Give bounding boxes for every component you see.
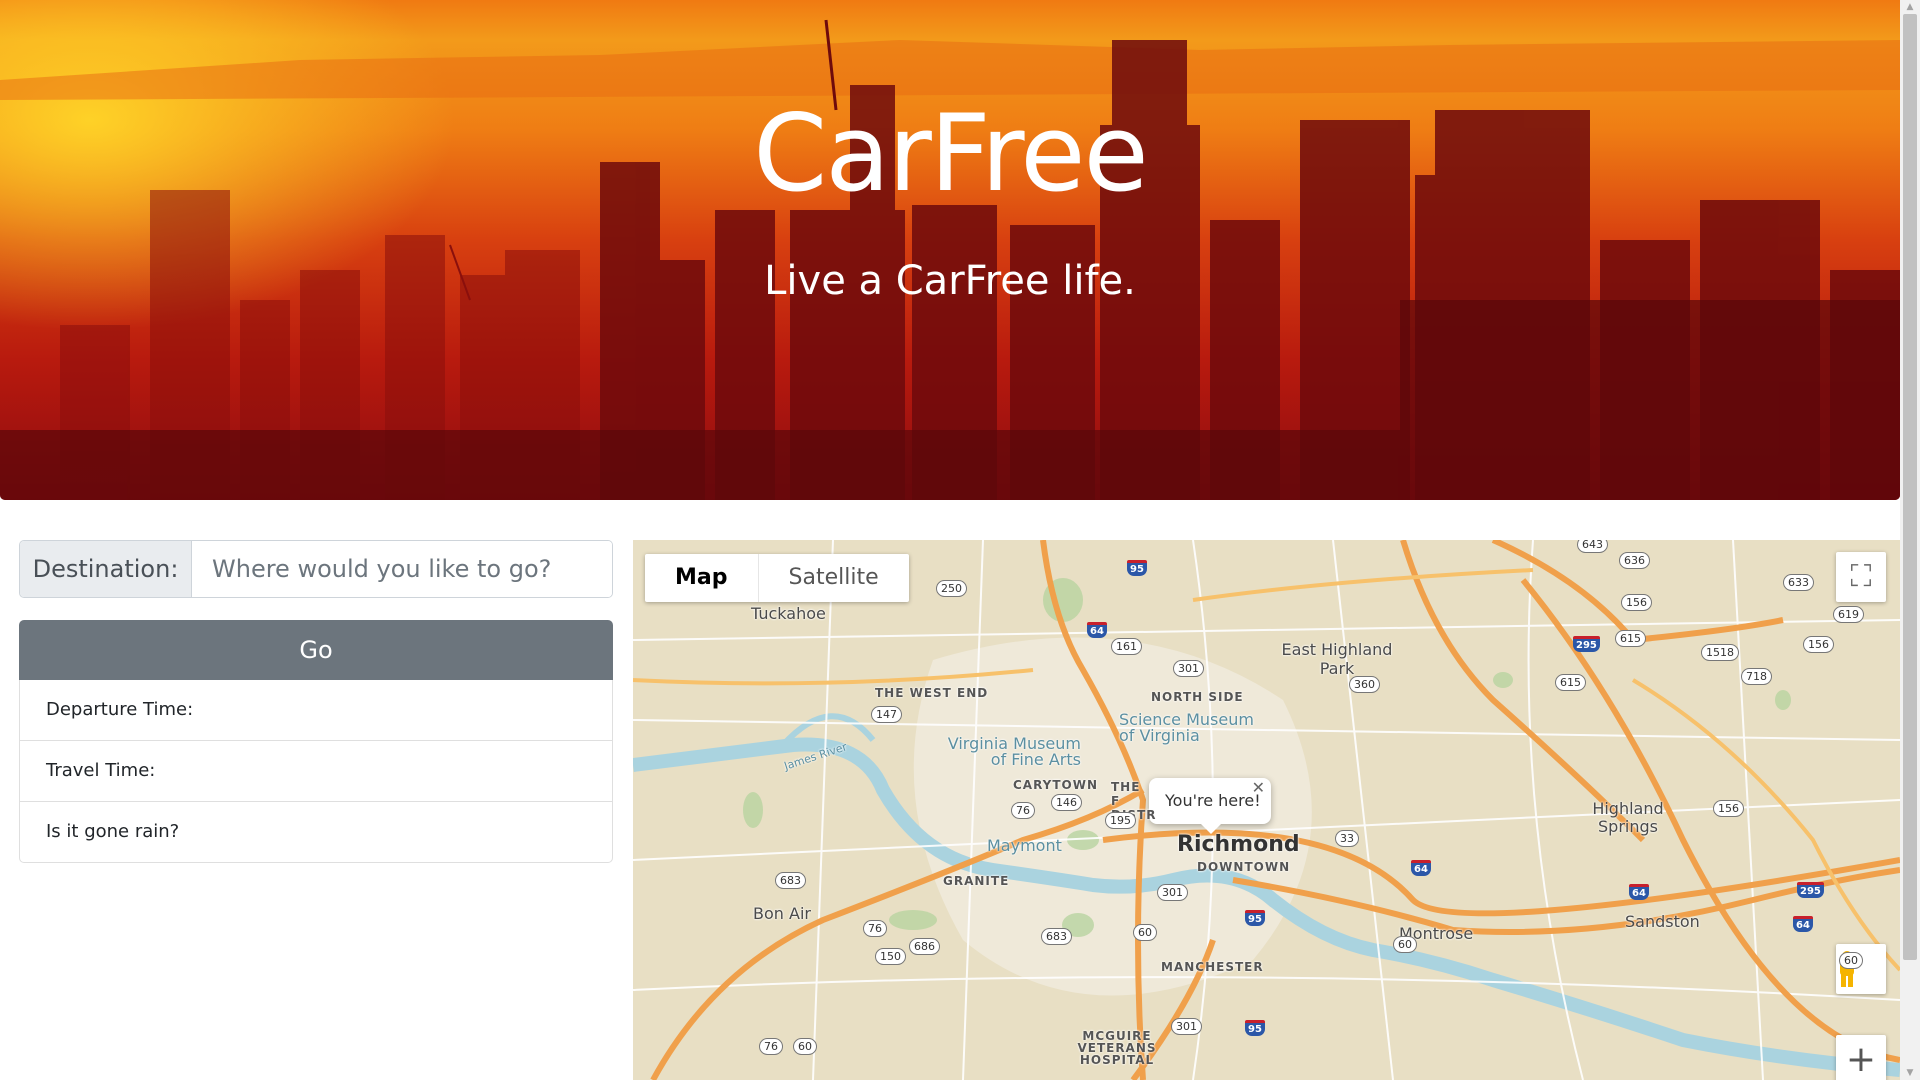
route-shield: 146 xyxy=(1051,794,1082,811)
interstate-shield: 95 xyxy=(1127,560,1147,576)
route-shield: 76 xyxy=(863,920,887,937)
map-label-the-west-end: THE WEST END xyxy=(875,686,989,700)
interstate-shield: 295 xyxy=(1573,636,1600,652)
map-label-manchester: MANCHESTER xyxy=(1161,960,1264,974)
fullscreen-button[interactable]: ⛶ xyxy=(1836,552,1886,602)
google-map[interactable]: Map Satellite ⛶ + You're here! ✕ Tuckaho… xyxy=(633,540,1900,1080)
zoom-in-button[interactable]: + xyxy=(1836,1035,1886,1080)
route-shield: 636 xyxy=(1619,552,1650,569)
route-shield: 301 xyxy=(1171,1018,1202,1035)
route-shield: 615 xyxy=(1555,674,1586,691)
route-shield: 150 xyxy=(875,948,906,965)
map-label-downtown: DOWNTOWN xyxy=(1197,860,1291,874)
go-button[interactable]: Go xyxy=(19,620,613,680)
route-shield: 195 xyxy=(1105,812,1136,829)
destination-input[interactable] xyxy=(192,541,612,597)
hero-banner: CarFree Live a CarFree life. xyxy=(0,0,1900,500)
map-type-map-button[interactable]: Map xyxy=(645,554,759,602)
map-label-tuckahoe: Tuckahoe xyxy=(751,604,826,623)
map-label-mcguire: MCGUIRE VETERANS HOSPITAL xyxy=(1077,1029,1157,1067)
zoom-in-icon: + xyxy=(1845,1039,1877,1080)
route-shield: 76 xyxy=(1011,802,1035,819)
route-shield: 33 xyxy=(1335,830,1359,847)
skyline-image xyxy=(0,19,1900,500)
route-shield: 301 xyxy=(1173,660,1204,677)
route-shield: 615 xyxy=(1615,630,1646,647)
route-shield: 686 xyxy=(909,938,940,955)
destination-label: Destination: xyxy=(20,541,192,597)
interstate-shield: 64 xyxy=(1411,860,1431,876)
scroll-down-arrow-icon[interactable]: ▼ xyxy=(1900,1066,1920,1080)
route-shield: 156 xyxy=(1713,800,1744,817)
scroll-up-arrow-icon[interactable]: ▲ xyxy=(1900,0,1920,14)
route-shield: 619 xyxy=(1833,606,1864,623)
page-title: CarFree xyxy=(753,92,1149,215)
map-type-control: Map Satellite xyxy=(645,554,909,602)
map-type-satellite-button[interactable]: Satellite xyxy=(759,554,909,602)
street-view-button[interactable] xyxy=(1836,944,1886,994)
map-label-sandston: Sandston xyxy=(1625,912,1700,931)
route-shield: 60 xyxy=(1393,936,1417,953)
destination-input-group: Destination: xyxy=(19,540,613,598)
map-label-vmfa: Virginia Museum of Fine Arts xyxy=(947,734,1081,769)
route-shield: 683 xyxy=(775,872,806,889)
interstate-shield: 95 xyxy=(1245,1020,1265,1036)
fullscreen-icon: ⛶ xyxy=(1850,559,1872,594)
map-label-east-highland-park: East Highland Park xyxy=(1281,640,1393,678)
route-shield: 60 xyxy=(1133,924,1157,941)
route-shield: 250 xyxy=(936,580,967,597)
route-shield: 683 xyxy=(1041,928,1072,945)
map-label-granite: GRANITE xyxy=(943,874,1010,888)
travel-time-item: Travel Time: xyxy=(20,740,612,801)
route-shield: 60 xyxy=(793,1038,817,1055)
route-shield: 301 xyxy=(1157,884,1188,901)
scrollbar-thumb[interactable] xyxy=(1903,14,1917,960)
route-shield: 156 xyxy=(1803,636,1834,653)
rain-forecast-item: Is it gone rain? xyxy=(20,801,612,862)
interstate-shield: 64 xyxy=(1629,884,1649,900)
route-shield: 60 xyxy=(1839,952,1863,969)
route-shield: 156 xyxy=(1621,594,1652,611)
route-shield: 161 xyxy=(1111,638,1142,655)
map-label-north-side: NORTH SIDE xyxy=(1151,690,1244,704)
interstate-shield: 64 xyxy=(1793,916,1813,932)
route-shield: 76 xyxy=(759,1038,783,1055)
route-shield: 633 xyxy=(1783,574,1814,591)
route-shield: 1518 xyxy=(1701,644,1739,661)
map-label-bon-air: Bon Air xyxy=(753,904,811,923)
location-info-text: You're here! xyxy=(1165,791,1261,810)
current-location-marker xyxy=(1195,838,1205,848)
interstate-shield: 64 xyxy=(1087,622,1107,638)
route-shield: 360 xyxy=(1349,676,1380,693)
departure-time-item: Departure Time: xyxy=(46,699,194,720)
interstate-shield: 295 xyxy=(1797,882,1824,898)
route-shield: 643 xyxy=(1577,540,1608,553)
location-info-window: You're here! ✕ xyxy=(1149,778,1271,834)
map-label-highland-springs: Highland Springs xyxy=(1592,799,1664,836)
map-label-maymont: Maymont xyxy=(987,836,1062,855)
map-label-carytown: CARYTOWN xyxy=(1013,778,1099,792)
page-subtitle: Live a CarFree life. xyxy=(764,258,1136,304)
route-shield: 718 xyxy=(1741,668,1772,685)
map-label-science-museum: Science Museum of Virginia xyxy=(1119,710,1254,745)
close-icon[interactable]: ✕ xyxy=(1252,778,1265,798)
interstate-shield: 95 xyxy=(1245,910,1265,926)
scrollbar[interactable]: ▲ ▼ xyxy=(1900,0,1920,1080)
trip-info-list: Departure Time: Travel Time: Is it gone … xyxy=(19,680,613,863)
route-shield: 147 xyxy=(871,706,902,723)
